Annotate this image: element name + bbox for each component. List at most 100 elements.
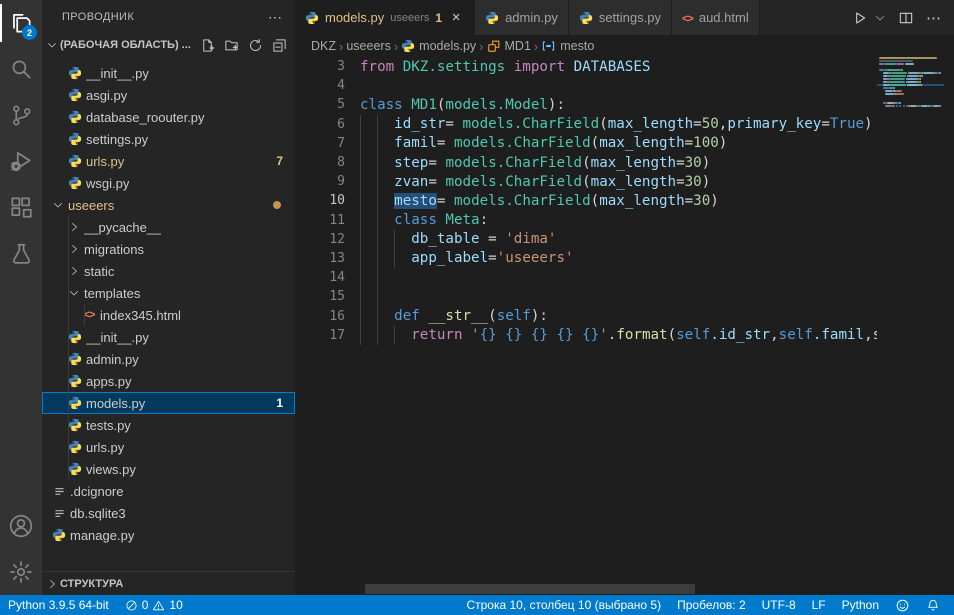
workspace-section-header[interactable]: (РАБОЧАЯ ОБЛАСТЬ) ... xyxy=(42,34,295,56)
code-line-15[interactable]: 15 xyxy=(295,287,877,306)
tree-item-tests-py[interactable]: tests.py xyxy=(42,414,295,436)
activity-run-debug[interactable] xyxy=(0,138,42,184)
python-interpreter-status[interactable]: Python 3.9.5 64-bit xyxy=(0,595,117,615)
python-file-icon xyxy=(485,11,499,25)
refresh-icon[interactable] xyxy=(247,37,263,53)
run-dropdown-button[interactable] xyxy=(874,12,886,24)
tree-item-urls-py[interactable]: urls.py xyxy=(42,436,295,458)
tree-item-manage-py[interactable]: manage.py xyxy=(42,524,295,546)
encoding-label: UTF-8 xyxy=(762,598,796,612)
indentation-label: Пробелов: 2 xyxy=(677,598,746,612)
breadcrumb-item-md1[interactable]: MD1 xyxy=(487,39,531,53)
code-line-14[interactable]: 14 xyxy=(295,268,877,287)
status-bar: Python 3.9.5 64-bit 0 10 Строка 10, стол… xyxy=(0,595,954,615)
activity-testing[interactable] xyxy=(0,230,42,276)
activity-search[interactable] xyxy=(0,46,42,92)
code-line-3[interactable]: 3from DKZ.settings import DATABASES xyxy=(295,57,877,76)
minimap[interactable] xyxy=(877,57,944,575)
activity-settings[interactable] xyxy=(0,549,42,595)
tab-models-py[interactable]: models.pyuseeers1× xyxy=(295,0,475,35)
tree-item-apps-py[interactable]: apps.py xyxy=(42,370,295,392)
tab-bar: models.pyuseeers1×admin.pysettings.py<>a… xyxy=(295,0,954,35)
language-mode-status[interactable]: Python xyxy=(834,595,887,615)
breadcrumb-label: models.py xyxy=(419,39,476,53)
tree-item-migrations[interactable]: migrations xyxy=(42,238,295,260)
tree-item--pycache-[interactable]: __pycache__ xyxy=(42,216,295,238)
breadcrumb-item-models-py[interactable]: models.py xyxy=(401,39,476,53)
tree-item-templates[interactable]: templates xyxy=(42,282,295,304)
horizontal-scrollbar[interactable] xyxy=(365,584,695,594)
minimap-line xyxy=(877,90,944,92)
tree-item-urls-py[interactable]: urls.py7 xyxy=(42,150,295,172)
tree-item-database-roouter-py[interactable]: database_roouter.py xyxy=(42,106,295,128)
outline-section-header[interactable]: СТРУКТУРА xyxy=(42,571,295,595)
tab-settings-py[interactable]: settings.py xyxy=(569,0,672,35)
activity-account[interactable] xyxy=(0,503,42,549)
tree-item--init-py[interactable]: __init__.py xyxy=(42,326,295,348)
code-line-12[interactable]: 12 db_table = 'dima' xyxy=(295,230,877,249)
code-line-4[interactable]: 4 xyxy=(295,76,877,95)
tree-item-settings-py[interactable]: settings.py xyxy=(42,128,295,150)
code-line-6[interactable]: 6 id_str= models.CharField(max_length=50… xyxy=(295,115,877,134)
tree-item-models-py[interactable]: models.py1 xyxy=(42,392,295,414)
run-button[interactable] xyxy=(852,10,868,26)
cursor-position-status[interactable]: Строка 10, столбец 10 (выбрано 5) xyxy=(458,595,669,615)
breadcrumb-item-mesto[interactable]: mesto xyxy=(541,39,594,53)
indent-guide xyxy=(377,326,378,345)
code-line-9[interactable]: 9 zvan= models.CharField(max_length=30) xyxy=(295,172,877,191)
editor-actions: ⋯ xyxy=(852,0,954,35)
indent-guide xyxy=(68,282,69,304)
python-file-icon xyxy=(66,66,84,80)
tree-item-asgi-py[interactable]: asgi.py xyxy=(42,84,295,106)
code-line-13[interactable]: 13 app_label='useeers' xyxy=(295,249,877,268)
notifications-bell-icon[interactable] xyxy=(918,595,948,615)
tree-item-admin-py[interactable]: admin.py xyxy=(42,348,295,370)
eol-status[interactable]: LF xyxy=(804,595,834,615)
code-line-8[interactable]: 8 step= models.CharField(max_length=30) xyxy=(295,153,877,172)
warning-count: 10 xyxy=(169,598,182,612)
code-line-16[interactable]: 16 def __str__(self): xyxy=(295,306,877,325)
activity-explorer[interactable]: 2 xyxy=(0,0,42,46)
tree-item--dcignore[interactable]: .dcignore xyxy=(42,480,295,502)
new-file-icon[interactable] xyxy=(199,37,215,53)
code-line-5[interactable]: 5class MD1(models.Model): xyxy=(295,95,877,114)
tab-aud-html[interactable]: <>aud.html xyxy=(672,0,760,35)
problems-status[interactable]: 0 10 xyxy=(117,595,191,615)
code-line-10[interactable]: 10 mesto= models.CharField(max_length=30… xyxy=(295,191,877,210)
more-actions-button[interactable]: ⋯ xyxy=(926,9,942,27)
activity-source-control[interactable] xyxy=(0,92,42,138)
minimap-line xyxy=(877,93,944,95)
collapse-all-icon[interactable] xyxy=(271,37,287,53)
breadcrumb-item-dkz[interactable]: DKZ xyxy=(311,39,336,53)
encoding-status[interactable]: UTF-8 xyxy=(754,595,804,615)
python-file-icon xyxy=(579,11,593,25)
tree-item-db-sqlite3[interactable]: db.sqlite3 xyxy=(42,502,295,524)
outline-section-label: СТРУКТУРА xyxy=(60,578,123,590)
indent-guide xyxy=(360,230,361,249)
tree-item-label: db.sqlite3 xyxy=(70,506,126,521)
breadcrumb-item-useeers[interactable]: useeers xyxy=(346,39,390,53)
code-line-7[interactable]: 7 famil= models.CharField(max_length=100… xyxy=(295,134,877,153)
tree-item-wsgi-py[interactable]: wsgi.py xyxy=(42,172,295,194)
new-folder-icon[interactable] xyxy=(223,37,239,53)
code-text: from DKZ.settings import DATABASES xyxy=(360,59,650,75)
tree-item-index345-html[interactable]: <>index345.html xyxy=(42,304,295,326)
explorer-more-actions-icon[interactable]: ⋯ xyxy=(268,9,283,26)
split-editor-button[interactable] xyxy=(898,10,914,26)
tree-item-static[interactable]: static xyxy=(42,260,295,282)
tree-item--init-py[interactable]: __init__.py xyxy=(42,62,295,84)
feedback-icon[interactable] xyxy=(887,595,918,615)
minimap-line xyxy=(877,72,944,74)
close-icon[interactable]: × xyxy=(448,9,464,26)
tree-item-useeers[interactable]: useeers xyxy=(42,194,295,216)
activity-extensions[interactable] xyxy=(0,184,42,230)
code-line-11[interactable]: 11 class Meta: xyxy=(295,211,877,230)
code-line-17[interactable]: 17 return '{} {} {} {} {}'.format(self.i… xyxy=(295,326,877,345)
tree-item-views-py[interactable]: views.py xyxy=(42,458,295,480)
indent-guide xyxy=(68,216,69,238)
minimap-line xyxy=(877,99,944,101)
indentation-status[interactable]: Пробелов: 2 xyxy=(669,595,754,615)
code-editor[interactable]: 3from DKZ.settings import DATABASES45cla… xyxy=(295,57,877,595)
tab-admin-py[interactable]: admin.py xyxy=(475,0,569,35)
indent-guide xyxy=(68,458,69,480)
